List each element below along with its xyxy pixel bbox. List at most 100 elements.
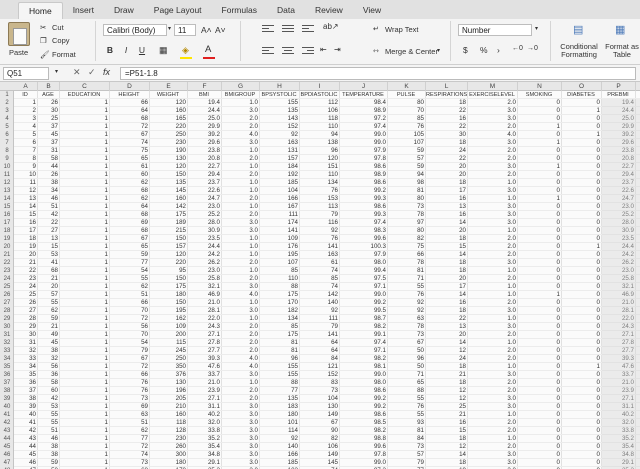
row-header[interactable]: 41: [0, 411, 14, 419]
tab-view[interactable]: View: [353, 2, 391, 19]
column-header-m[interactable]: M: [468, 82, 518, 91]
tab-draw[interactable]: Draw: [104, 2, 144, 19]
tab-home[interactable]: Home: [18, 2, 63, 19]
row-header[interactable]: 6: [0, 131, 14, 139]
orientation-icon[interactable]: ab↗: [323, 22, 339, 31]
increase-decimal-button[interactable]: ←0: [512, 45, 523, 52]
insert-function-icon[interactable]: fx: [103, 67, 110, 77]
percent-button[interactable]: %: [480, 45, 488, 55]
column-header-e[interactable]: E: [150, 82, 188, 91]
name-box[interactable]: Q51: [3, 67, 49, 80]
column-header-c[interactable]: C: [60, 82, 110, 91]
column-header-i[interactable]: I: [300, 82, 340, 91]
align-bottom-icon[interactable]: [302, 23, 314, 33]
copy-icon[interactable]: ❐: [40, 36, 47, 45]
merge-dropdown-icon[interactable]: ▾: [437, 47, 440, 54]
paste-button[interactable]: Paste: [9, 48, 28, 57]
row-header[interactable]: 38: [0, 387, 14, 395]
row-header[interactable]: 35: [0, 363, 14, 371]
row-header[interactable]: 3: [0, 107, 14, 115]
row-header[interactable]: 5: [0, 123, 14, 131]
paste-icon[interactable]: [8, 22, 30, 46]
align-center-icon[interactable]: [282, 45, 294, 55]
row-header[interactable]: 24: [0, 275, 14, 283]
cancel-icon[interactable]: ✕: [73, 67, 81, 78]
column-header-k[interactable]: K: [388, 82, 426, 91]
row-header[interactable]: 11: [0, 171, 14, 179]
align-right-icon[interactable]: [302, 45, 314, 55]
column-header-j[interactable]: J: [340, 82, 388, 91]
decrease-font-size-button[interactable]: A˅: [215, 25, 226, 35]
column-header-a[interactable]: A: [14, 82, 38, 91]
row-header[interactable]: 47: [0, 459, 14, 467]
column-header-l[interactable]: L: [426, 82, 468, 91]
row-header[interactable]: 7: [0, 139, 14, 147]
wrap-text-button[interactable]: Wrap Text: [385, 25, 419, 34]
conditional-formatting-icon[interactable]: ▤: [573, 23, 583, 36]
format-painter-icon[interactable]: 🖌: [40, 50, 50, 59]
bold-button[interactable]: B: [104, 45, 116, 57]
row-header[interactable]: 30: [0, 323, 14, 331]
row-header[interactable]: 43: [0, 427, 14, 435]
format-as-table-button[interactable]: Format as Table: [600, 43, 640, 59]
row-header[interactable]: 23: [0, 267, 14, 275]
worksheet-grid[interactable]: ABCDEFGHIJKLMNOPQ 1234567891011121314151…: [0, 82, 640, 469]
column-header-g[interactable]: G: [222, 82, 260, 91]
row-header[interactable]: 14: [0, 195, 14, 203]
column-header-f[interactable]: F: [188, 82, 222, 91]
row-header[interactable]: 20: [0, 243, 14, 251]
row-header[interactable]: 12: [0, 179, 14, 187]
column-header-b[interactable]: B: [38, 82, 60, 91]
tab-review[interactable]: Review: [305, 2, 353, 19]
row-header[interactable]: 15: [0, 203, 14, 211]
row-header[interactable]: 8: [0, 147, 14, 155]
row-header[interactable]: 44: [0, 435, 14, 443]
align-middle-icon[interactable]: [282, 23, 294, 33]
format-as-table-icon[interactable]: ▦: [615, 23, 625, 36]
row-header[interactable]: 21: [0, 251, 14, 259]
row-header[interactable]: 32: [0, 339, 14, 347]
column-header-d[interactable]: D: [110, 82, 150, 91]
row-header[interactable]: 42: [0, 419, 14, 427]
row-header[interactable]: 33: [0, 347, 14, 355]
comma-style-button[interactable]: ›: [497, 45, 500, 55]
merge-center-button[interactable]: Merge & Center: [385, 47, 438, 56]
row-header[interactable]: 46: [0, 451, 14, 459]
tab-page-layout[interactable]: Page Layout: [144, 2, 212, 19]
row-header[interactable]: 2: [0, 99, 14, 107]
copy-button[interactable]: Copy: [52, 36, 70, 45]
conditional-formatting-button[interactable]: Conditional Formatting: [556, 43, 602, 59]
merge-center-icon[interactable]: ⇿: [373, 47, 379, 55]
enter-icon[interactable]: ✓: [88, 67, 96, 78]
row-header[interactable]: 9: [0, 155, 14, 163]
cut-button[interactable]: Cut: [52, 23, 64, 32]
underline-button[interactable]: U: [136, 45, 148, 57]
align-left-icon[interactable]: [262, 45, 274, 55]
row-header[interactable]: 29: [0, 315, 14, 323]
column-header-q[interactable]: Q: [636, 82, 640, 91]
format-painter-button[interactable]: Format: [52, 50, 76, 59]
font-name-dropdown-icon[interactable]: ▾: [168, 25, 171, 32]
row-header[interactable]: 13: [0, 187, 14, 195]
borders-icon[interactable]: ▦: [159, 45, 168, 56]
row-header[interactable]: 45: [0, 443, 14, 451]
number-format-select[interactable]: Number: [458, 24, 532, 36]
row-header[interactable]: 18: [0, 227, 14, 235]
row-header[interactable]: 22: [0, 259, 14, 267]
column-header-h[interactable]: H: [260, 82, 300, 91]
increase-indent-icon[interactable]: ⇥: [334, 45, 341, 54]
row-header[interactable]: 26: [0, 291, 14, 299]
align-top-icon[interactable]: [262, 23, 274, 33]
italic-button[interactable]: I: [120, 45, 132, 57]
row-header[interactable]: 39: [0, 395, 14, 403]
column-header-n[interactable]: N: [518, 82, 562, 91]
row-header[interactable]: 17: [0, 219, 14, 227]
column-header-o[interactable]: O: [562, 82, 602, 91]
tab-formulas[interactable]: Formulas: [212, 2, 267, 19]
currency-button[interactable]: $: [463, 45, 468, 55]
row-header[interactable]: 10: [0, 163, 14, 171]
row-header[interactable]: 4: [0, 115, 14, 123]
row-header[interactable]: 1: [0, 91, 14, 99]
increase-font-size-button[interactable]: A˄: [201, 25, 212, 35]
font-size-select[interactable]: 11: [174, 24, 196, 36]
